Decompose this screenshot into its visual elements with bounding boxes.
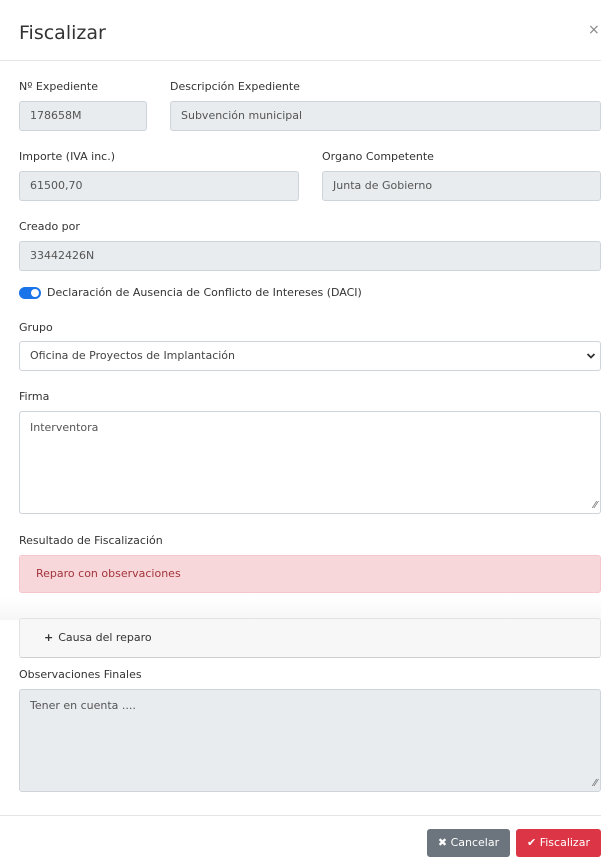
cancel-button[interactable]: ✖ Cancelar [427,829,510,857]
expediente-label: Nº Expediente [19,80,98,93]
resize-handle-icon[interactable]: ⁄⁄ [594,500,597,511]
close-icon[interactable]: × [588,22,600,38]
causa-reparo-label: Causa del reparo [58,631,152,644]
organo-label: Organo Competente [322,150,434,163]
descripcion-field: Subvención municipal [170,101,601,131]
firma-label: Firma [19,390,50,403]
modal-header: Fiscalizar × [0,0,601,61]
chevron-down-icon [586,342,596,382]
resultado-alert: Reparo con observaciones [19,555,601,593]
importe-label: Importe (IVA inc.) [19,150,116,163]
importe-field: 61500,70 [19,171,299,201]
descripcion-label: Descripción Expediente [170,80,300,93]
grupo-label: Grupo [19,321,53,334]
toggle-knob [31,289,39,297]
resize-handle-icon[interactable]: ⁄⁄ [594,778,597,789]
organo-field: Junta de Gobierno [322,171,601,201]
times-icon: ✖ [437,836,448,849]
check-icon: ✔ [527,836,537,849]
plus-icon: + [44,631,54,644]
observaciones-textarea[interactable]: Tener en cuenta .... ⁄⁄ [19,689,601,792]
observaciones-label: Observaciones Finales [19,668,142,681]
cancel-label: Cancelar [450,836,500,849]
fiscalizar-label: Fiscalizar [539,836,590,849]
causa-reparo-toggle[interactable]: + Causa del reparo [19,618,601,658]
expediente-field: 178658M [19,101,147,131]
grupo-selected: Oficina de Proyectos de Implantación [30,349,236,362]
grupo-select[interactable]: Oficina de Proyectos de Implantación [19,341,601,371]
firma-textarea[interactable]: Interventora ⁄⁄ [19,411,601,514]
resultado-label: Resultado de Fiscalización [19,534,163,547]
section-divider [0,598,601,620]
creado-field: 33442426N [19,241,601,271]
observaciones-value: Tener en cuenta .... [30,699,136,712]
daci-toggle[interactable] [19,287,41,299]
creado-label: Creado por [19,220,80,233]
firma-value: Interventora [30,421,99,434]
fiscalizar-button[interactable]: ✔ Fiscalizar [516,829,601,857]
modal-title: Fiscalizar [19,22,106,44]
daci-label: Declaración de Ausencia de Conflicto de … [47,286,362,299]
footer-divider [0,815,601,816]
